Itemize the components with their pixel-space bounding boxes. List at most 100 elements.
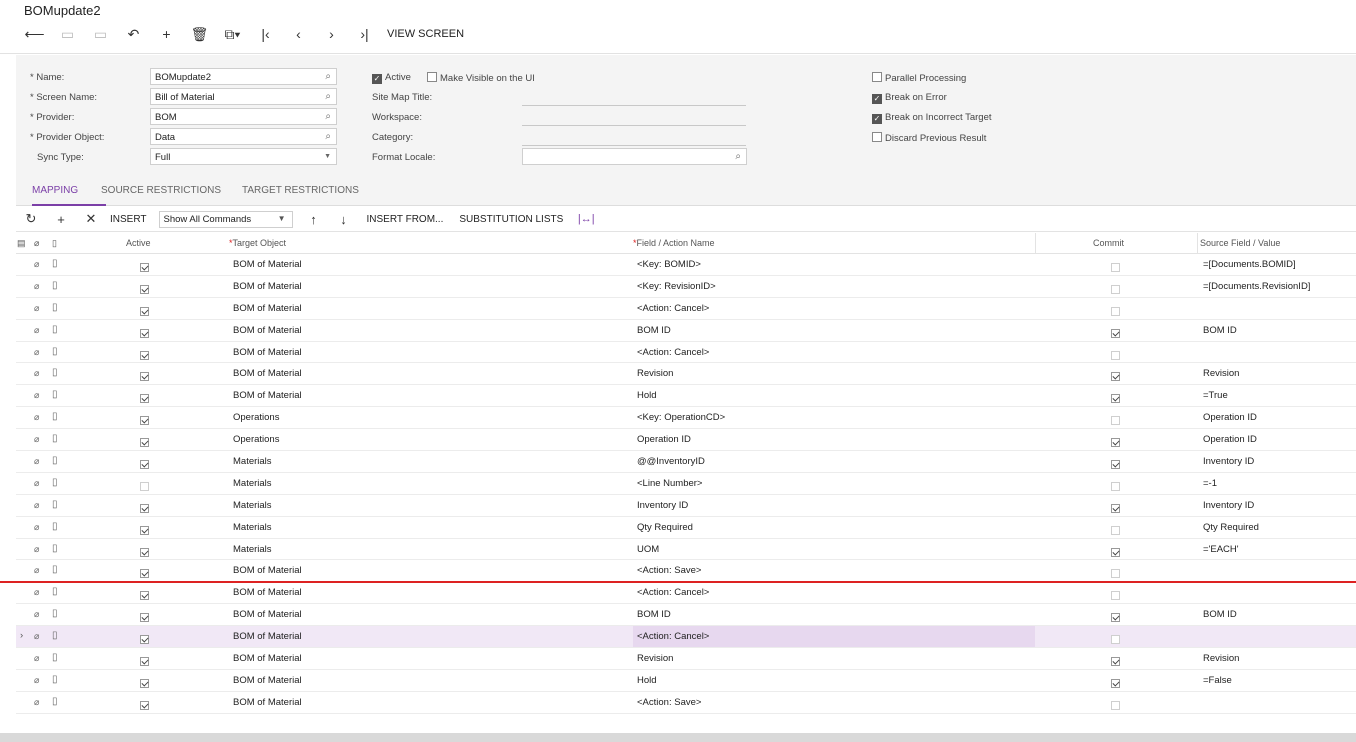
field-action-cell[interactable]: <Action: Cancel> [637, 631, 709, 642]
active-checkbox[interactable]: ✓ Active [372, 72, 411, 84]
attachment-icon[interactable]: ⌀ [34, 478, 39, 489]
attachment-icon[interactable]: ⌀ [34, 697, 39, 708]
source-field-column-header[interactable]: Source Field / Value [1200, 238, 1280, 248]
row-settings-icon[interactable]: ▤ [17, 238, 26, 249]
field-action-cell[interactable]: UOM [637, 544, 659, 555]
previous-record-icon[interactable]: ‹ [282, 24, 315, 44]
attachment-icon[interactable]: ⌀ [34, 434, 39, 445]
active-column-header[interactable]: Active [126, 238, 151, 248]
target-object-cell[interactable]: BOM of Material [233, 609, 302, 620]
target-object-cell[interactable]: Operations [233, 412, 279, 423]
attachment-icon[interactable]: ⌀ [34, 653, 39, 664]
field-action-cell[interactable]: <Key: OperationCD> [637, 412, 725, 423]
target-object-cell[interactable]: BOM of Material [233, 325, 302, 336]
source-field-cell[interactable]: =[Documents.RevisionID] [1203, 281, 1310, 292]
source-field-cell[interactable]: =-1 [1203, 478, 1217, 489]
note-icon[interactable]: ▯ [52, 346, 58, 357]
note-icon[interactable]: ▯ [52, 608, 58, 619]
attachment-icon[interactable]: ⌀ [34, 259, 39, 270]
field-action-cell[interactable]: Hold [637, 390, 657, 401]
note-icon[interactable]: ▯ [52, 499, 58, 510]
table-row[interactable]: ⌀ ▯ BOM of Material Revision Revision [16, 648, 1356, 670]
workspace-field[interactable] [522, 125, 746, 126]
field-action-cell[interactable]: Hold [637, 675, 657, 686]
delete-icon[interactable]: 🗑 [183, 24, 216, 44]
table-row[interactable]: ⌀ ▯ BOM of Material BOM ID BOM ID [16, 604, 1356, 627]
note-icon[interactable]: ▯ [52, 302, 58, 313]
table-row[interactable]: ⌀ ▯ BOM of Material <Action: Cancel> [16, 342, 1356, 364]
field-action-cell[interactable]: <Action: Cancel> [637, 587, 709, 598]
attachment-icon[interactable]: ⌀ [34, 281, 39, 292]
target-object-cell[interactable]: Materials [233, 522, 272, 533]
target-object-cell[interactable]: BOM of Material [233, 565, 302, 576]
attachment-icon[interactable]: ⌀ [34, 390, 39, 401]
note-icon[interactable]: ▯ [52, 477, 58, 488]
table-row[interactable]: ⌀ ▯ BOM of Material Revision Revision [16, 363, 1356, 386]
note-icon[interactable]: ▯ [52, 324, 58, 335]
table-row[interactable]: ⌀ ▯ Materials @@InventoryID Inventory ID [16, 451, 1356, 473]
back-icon[interactable]: ⟵ [18, 24, 51, 44]
break-on-incorrect-checkbox[interactable]: ✓ Break on Incorrect Target [872, 112, 992, 124]
note-icon[interactable]: ▯ [52, 652, 58, 663]
search-icon[interactable]: ⌕ [735, 151, 741, 162]
target-object-cell[interactable]: BOM of Material [233, 675, 302, 686]
target-object-cell[interactable]: Materials [233, 544, 272, 555]
field-action-cell[interactable]: Qty Required [637, 522, 693, 533]
fit-columns-icon[interactable]: |↔| [571, 213, 601, 225]
break-on-error-checkbox[interactable]: ✓ Break on Error [872, 92, 947, 104]
view-screen-button[interactable]: VIEW SCREEN [387, 28, 464, 40]
target-object-cell[interactable]: BOM of Material [233, 259, 302, 270]
field-action-cell[interactable]: <Action: Cancel> [637, 303, 709, 314]
search-icon[interactable]: ⌕ [325, 131, 331, 142]
target-object-cell[interactable]: Materials [233, 500, 272, 511]
move-up-icon[interactable]: ↑ [299, 212, 329, 227]
source-field-cell[interactable]: Revision [1203, 653, 1239, 664]
target-object-cell[interactable]: BOM of Material [233, 653, 302, 664]
sync-type-select[interactable]: Full ▼ [150, 148, 337, 165]
note-icon[interactable]: ▯ [52, 564, 58, 575]
field-action-cell[interactable]: <Action: Save> [637, 697, 701, 708]
target-object-cell[interactable]: BOM of Material [233, 303, 302, 314]
search-icon[interactable]: ⌕ [325, 71, 331, 82]
target-object-cell[interactable]: Operations [233, 434, 279, 445]
attachment-icon[interactable]: ⌀ [34, 522, 39, 533]
table-row[interactable]: ⌀ ▯ Operations Operation ID Operation ID [16, 429, 1356, 452]
source-field-cell[interactable]: Operation ID [1203, 434, 1257, 445]
note-icon[interactable]: ▯ [52, 543, 58, 554]
field-action-cell[interactable]: <Key: BOMID> [637, 259, 701, 270]
note-icon[interactable]: ▯ [52, 280, 58, 291]
target-object-cell[interactable]: Materials [233, 456, 272, 467]
attachment-icon[interactable]: ⌀ [34, 544, 39, 555]
attachment-icon[interactable]: ⌀ [34, 500, 39, 511]
next-record-icon[interactable]: › [315, 24, 348, 44]
commit-column-header[interactable]: Commit [1093, 238, 1124, 248]
table-row[interactable]: ⌀ ▯ BOM of Material Hold =True [16, 385, 1356, 408]
add-row-icon[interactable]: + [46, 212, 76, 227]
note-icon[interactable]: ▯ [52, 433, 58, 444]
target-object-cell[interactable]: BOM of Material [233, 587, 302, 598]
attachment-icon[interactable]: ⌀ [34, 565, 39, 576]
note-icon[interactable]: ▯ [52, 367, 58, 378]
field-action-cell[interactable]: Revision [637, 368, 673, 379]
table-row[interactable]: ⌀ ▯ Materials <Line Number> =-1 [16, 473, 1356, 495]
table-row[interactable]: ⌀ ▯ BOM of Material <Action: Save> [16, 692, 1356, 714]
attachment-icon[interactable]: ⌀ [34, 456, 39, 467]
target-object-cell[interactable]: BOM of Material [233, 281, 302, 292]
table-row[interactable]: ⌀ ▯ Materials UOM ='EACH' [16, 539, 1356, 561]
field-action-cell[interactable]: BOM ID [637, 609, 671, 620]
target-object-cell[interactable]: BOM of Material [233, 697, 302, 708]
field-action-cell[interactable]: <Key: RevisionID> [637, 281, 716, 292]
field-action-cell[interactable]: Operation ID [637, 434, 691, 445]
note-icon[interactable]: ▯ [52, 674, 58, 685]
make-visible-checkbox[interactable]: Make Visible on the UI [427, 72, 535, 84]
last-record-icon[interactable]: ›| [348, 24, 381, 44]
tab-target-restrictions[interactable]: TARGET RESTRICTIONS [242, 185, 359, 196]
target-object-cell[interactable]: BOM of Material [233, 631, 302, 642]
table-row[interactable]: ⌀ ▯ Operations <Key: OperationCD> Operation … [16, 407, 1356, 430]
delete-row-icon[interactable]: ✕ [76, 211, 106, 227]
discard-previous-checkbox[interactable]: Discard Previous Result [872, 132, 986, 144]
provider-object-field[interactable]: Data ⌕ [150, 128, 337, 145]
note-icon[interactable]: ▯ [52, 696, 58, 707]
note-icon[interactable]: ▯ [52, 521, 58, 532]
note-icon[interactable]: ▯ [52, 411, 58, 422]
